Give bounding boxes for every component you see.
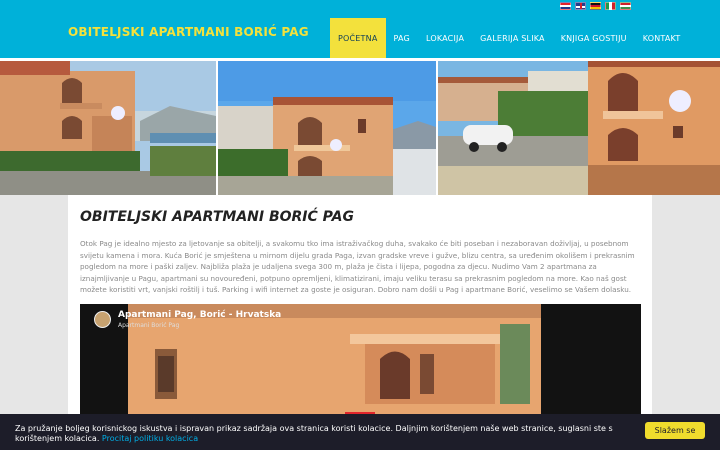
photo-strip [0,58,720,195]
photo-house-parking[interactable] [438,61,720,195]
page-title: OBITELJSKI APARTMANI BORIĆ PAG [80,209,354,225]
cookie-bar: Za pružanje boljeg korisnickog iskustva … [0,414,720,450]
nav-item-galerija[interactable]: GALERIJA SLIKA [472,18,553,58]
video-channel[interactable]: Apartmani Borić Pag [118,322,179,329]
english-flag-icon[interactable] [575,2,586,10]
cookie-message: Za pružanje boljeg korisnickog iskustva … [15,424,615,443]
nav-item-pocetna[interactable]: POČETNA [330,18,386,58]
croatian-flag-icon[interactable] [560,2,571,10]
photo-house-front[interactable] [218,61,436,195]
channel-avatar[interactable] [94,311,111,328]
hungarian-flag-icon[interactable] [620,2,631,10]
photo-house-side[interactable] [0,61,216,195]
intro-paragraph: Otok Pag je idealno mjesto za ljetovanje… [80,239,635,294]
german-flag-icon[interactable] [590,2,601,10]
nav-item-knjiga-gostiju[interactable]: KNJIGA GOSTIJU [553,18,635,58]
site-header: OBITELJSKI APARTMANI BORIĆ PAG POČETNA P… [0,0,720,58]
language-flags [560,2,631,10]
main-nav: POČETNA PAG LOKACIJA GALERIJA SLIKA KNJI… [330,18,688,58]
nav-item-pag[interactable]: PAG [386,18,418,58]
nav-item-lokacija[interactable]: LOKACIJA [418,18,472,58]
video-title[interactable]: Apartmani Pag, Borić - Hrvatska [118,310,281,320]
site-title[interactable]: OBITELJSKI APARTMANI BORIĆ PAG [68,25,309,39]
content-card: OBITELJSKI APARTMANI BORIĆ PAG Otok Pag … [68,195,652,425]
cookie-policy-link[interactable]: Procitaj politiku kolacica [102,434,198,443]
video-player[interactable]: Apartmani Pag, Borić - Hrvatska Apartman… [80,304,641,425]
cookie-accept-button[interactable]: Slažem se [645,422,705,439]
italian-flag-icon[interactable] [605,2,616,10]
nav-item-kontakt[interactable]: KONTAKT [635,18,689,58]
